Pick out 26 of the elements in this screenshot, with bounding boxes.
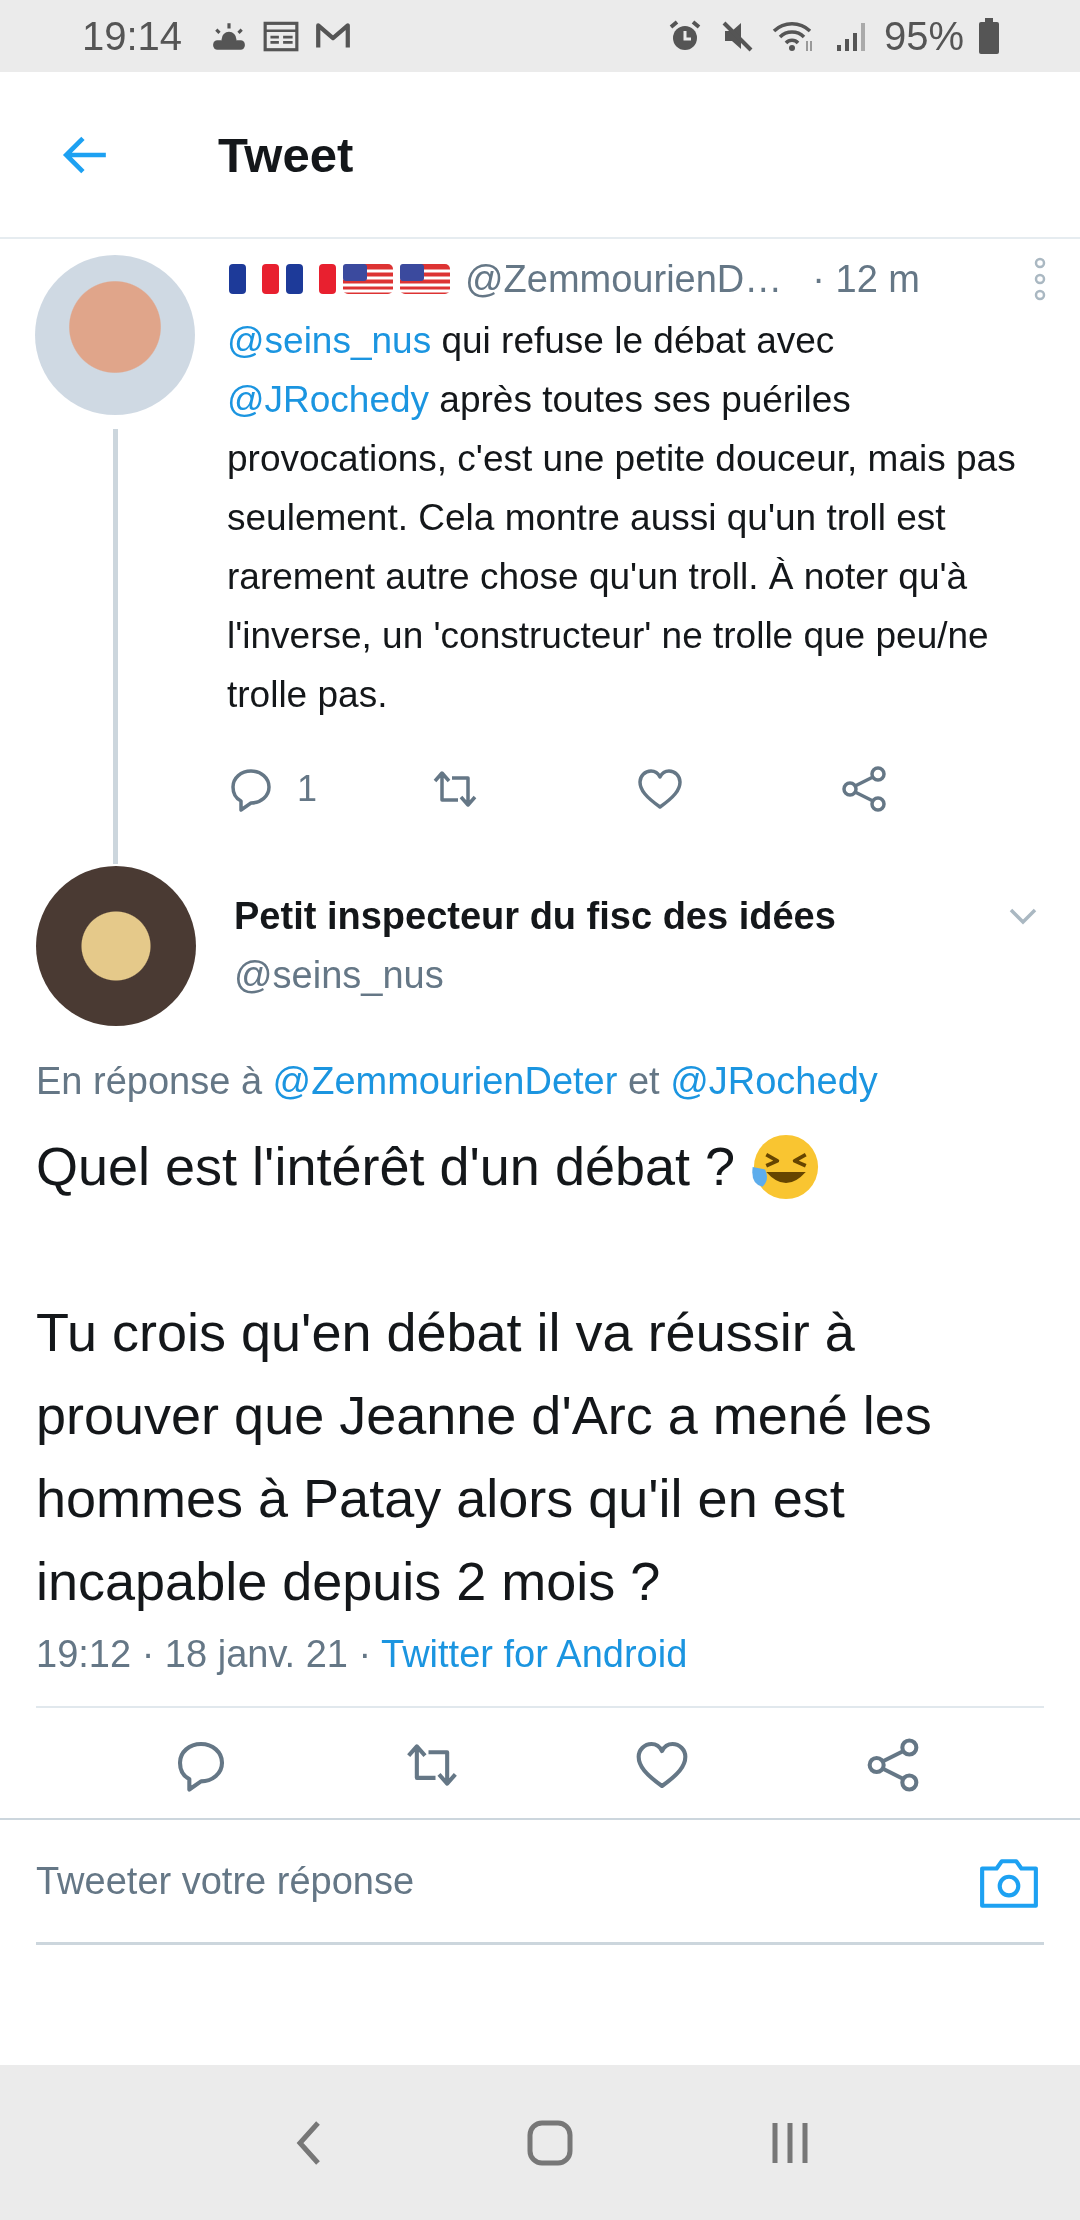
user-handle[interactable]: @seins_nus [234,954,1008,997]
mention-link[interactable]: @seins_nus [227,320,432,361]
header-title: Tweet [218,126,354,183]
battery-icon [978,18,1000,54]
flag-icon [284,261,338,297]
calendar-icon [262,19,301,53]
reply-field[interactable]: Tweeter votre réponse [36,1820,1044,1945]
mention-link[interactable]: @JRochedy [670,1060,878,1102]
tweet-timestamp: 19:12 · 18 janv. 21 · [36,1633,373,1675]
flag-icon [341,261,395,297]
tweet-text: Tu crois qu'en débat il va réussir à prouver que Jeanne d'Arc a mené les hommes à Patay alors qu'il en est incapable depuis 2 mois ? [36,1301,933,1613]
flag-icon [227,261,281,297]
share-icon[interactable] [839,765,888,813]
tweet-text: @seins_nus qui refuse le débat avec @JRochedy après toutes ses puériles provocations, c'est une petite douceur, mais pas seulement. Cela montre aussi qu'un troll est rarement autre chose qu'un troll. À noter qu'à l'inverse, un 'constructeur' ne trolle que peu/ne trolle pas. [227,319,1017,717]
battery-percent: 95% [883,13,964,59]
tweet-time: · 12 m [812,257,920,301]
user-handle[interactable]: @ZemmourienD… [465,257,783,301]
mention-link[interactable]: @ZemmourienDeter [272,1060,618,1102]
reply-context: En réponse à @ZemmourienDeter et @JRochedy [36,1060,879,1103]
status-time: 19:14 [82,13,183,59]
flag-icon [398,261,452,297]
tweet-text: Quel est l'intérêt d'un débat ? [36,1135,736,1198]
source-link[interactable]: Twitter for Android [381,1633,688,1675]
reply-count: 1 [297,768,318,810]
display-name[interactable]: Petit inspecteur du fisc des idées [234,895,1008,938]
mention-link[interactable]: @JRochedy [227,379,430,420]
